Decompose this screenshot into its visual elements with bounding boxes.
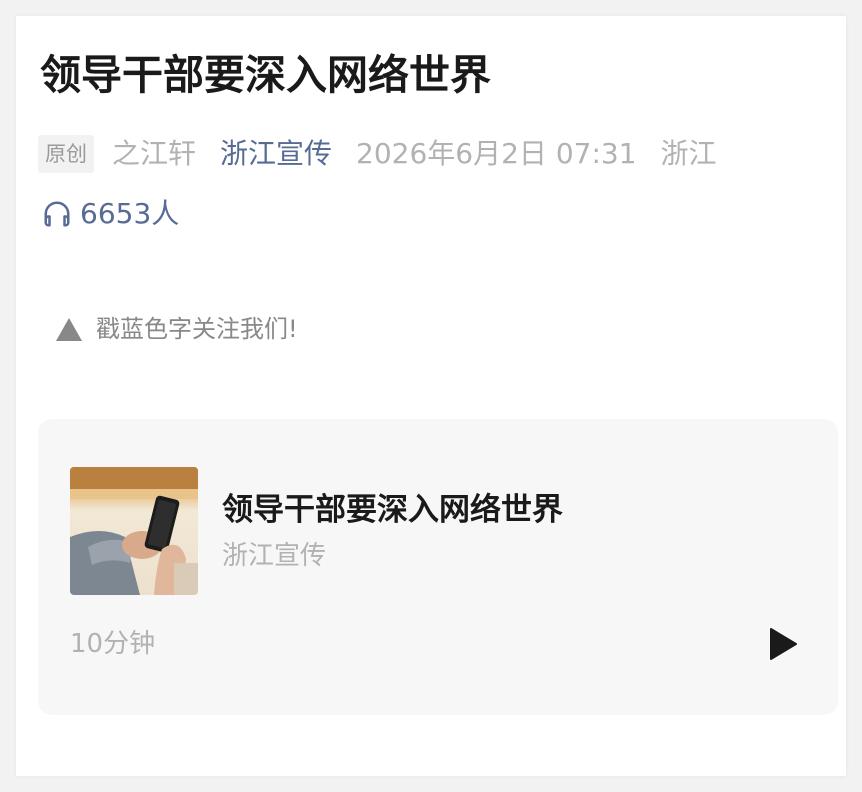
article-title: 领导干部要深入网络世界 bbox=[40, 51, 491, 99]
listen-count-text: 6653人 bbox=[80, 197, 180, 230]
follow-prompt: 戳蓝色字关注我们! bbox=[56, 311, 298, 347]
audio-duration: 10分钟 bbox=[70, 629, 156, 659]
audio-card[interactable]: 领导干部要深入网络世界 浙江宣传 10分钟 bbox=[38, 419, 838, 715]
original-badge: 原创 bbox=[38, 135, 94, 173]
audio-card-title: 领导干部要深入网络世界 bbox=[222, 492, 563, 528]
play-icon[interactable] bbox=[768, 627, 798, 661]
headphones-icon bbox=[44, 201, 70, 227]
audio-cover-image bbox=[70, 467, 198, 595]
publish-location: 浙江 bbox=[660, 137, 717, 170]
publish-date: 2026年6月2日 07:31 bbox=[356, 137, 637, 170]
account-name-link[interactable]: 浙江宣传 bbox=[220, 134, 332, 174]
article-page: 领导干部要深入网络世界 原创 之江轩 浙江宣传 2026年6月2日 07:31 … bbox=[16, 16, 846, 776]
author-name: 之江轩 bbox=[112, 137, 197, 170]
audio-card-source: 浙江宣传 bbox=[222, 541, 327, 571]
article-meta: 原创 之江轩 浙江宣传 2026年6月2日 07:31 浙江 bbox=[38, 134, 717, 174]
follow-prompt-text: 戳蓝色字关注我们! bbox=[96, 315, 298, 343]
triangle-up-icon bbox=[56, 317, 82, 341]
listen-count[interactable]: 6653人 bbox=[42, 194, 179, 234]
